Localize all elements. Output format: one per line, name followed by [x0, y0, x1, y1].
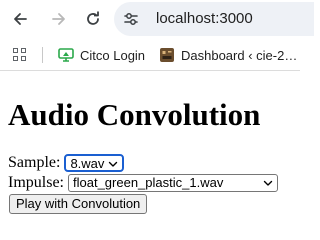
dashboard-favicon: [160, 48, 174, 62]
bookmark-dashboard[interactable]: Dashboard ‹ cie-2…: [159, 46, 297, 64]
impulse-label: Impulse:: [8, 174, 64, 191]
impulse-row: Impulse: float_green_plastic_1.wav: [8, 174, 278, 192]
bookmarks-divider: [42, 47, 43, 63]
arrow-right-icon: [52, 13, 65, 25]
sample-value: 8.wav: [70, 156, 105, 171]
arrow-left-icon: [14, 13, 27, 25]
browser-toolbar: localhost:3000: [0, 0, 314, 39]
site-info-icon: [124, 13, 138, 25]
forward-button[interactable]: [48, 8, 70, 30]
bookmark-label: Citco Login: [80, 47, 146, 63]
impulse-select[interactable]: float_green_plastic_1.wav: [68, 174, 278, 192]
back-button[interactable]: [9, 8, 31, 30]
citco-favicon: [58, 48, 74, 62]
sample-row: Sample: 8.wav: [8, 154, 125, 172]
address-bar[interactable]: localhost:3000: [114, 2, 314, 36]
apps-grid-icon[interactable]: [13, 48, 27, 62]
url-text[interactable]: localhost:3000: [156, 10, 253, 27]
bookmark-citco-login[interactable]: Citco Login: [58, 46, 145, 64]
bookmarks-bar: Citco Login Dashboard ‹ cie-2…: [0, 39, 300, 71]
bookmark-label: Dashboard ‹ cie-2…: [181, 47, 298, 63]
page-content: Audio Convolution Sample: 8.wav Impulse:…: [0, 72, 300, 228]
sample-label: Sample:: [8, 154, 61, 171]
play-with-convolution-button[interactable]: Play with Convolution: [9, 194, 148, 214]
site-info-button[interactable]: [122, 10, 140, 28]
reload-icon: [87, 11, 99, 25]
sample-select[interactable]: 8.wav: [64, 154, 125, 172]
impulse-value: float_green_plastic_1.wav: [73, 175, 224, 190]
page-title: Audio Convolution: [8, 97, 261, 132]
chevron-down-icon: [263, 180, 273, 186]
reload-button[interactable]: [82, 8, 104, 30]
chevron-down-icon: [109, 161, 118, 167]
